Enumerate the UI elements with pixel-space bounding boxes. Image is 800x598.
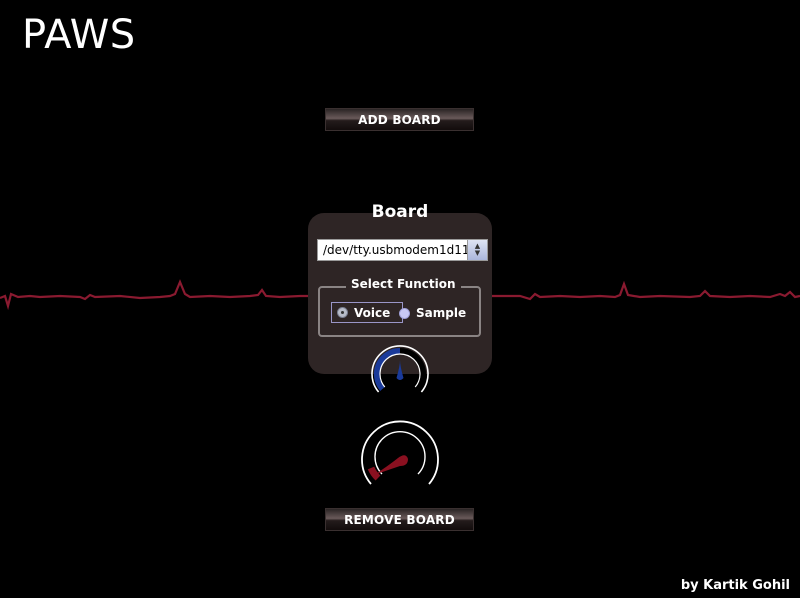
gauge-fill — [367, 466, 381, 481]
port-value: /dev/tty.usbmodem1d1121 — [323, 243, 485, 257]
voice-radio[interactable]: Voice — [331, 302, 403, 323]
voice-radio-icon[interactable] — [337, 307, 348, 318]
voice-label: Voice — [354, 305, 391, 320]
sample-level-gauge — [361, 420, 439, 485]
gauge-needle — [396, 360, 404, 380]
remove-board-button[interactable]: REMOVE BOARD — [325, 508, 474, 531]
voice-level-gauge — [371, 345, 429, 393]
sample-label: Sample — [416, 306, 467, 320]
author-credit: by Kartik Gohil — [680, 578, 790, 593]
port-select[interactable]: /dev/tty.usbmodem1d1121 ▲ ▼ — [317, 239, 488, 261]
sample-radio[interactable]: Sample — [399, 303, 466, 323]
add-board-button[interactable]: ADD BOARD — [325, 108, 474, 131]
select-stepper-icon[interactable]: ▲ ▼ — [467, 240, 487, 260]
board-title: Board — [371, 202, 429, 222]
sample-radio-icon[interactable] — [399, 307, 410, 319]
select-function-legend: Select Function — [346, 277, 461, 291]
app-title: PAWS — [22, 12, 136, 58]
gauge-needle — [374, 455, 408, 475]
gauge-inner-ring — [374, 431, 426, 475]
